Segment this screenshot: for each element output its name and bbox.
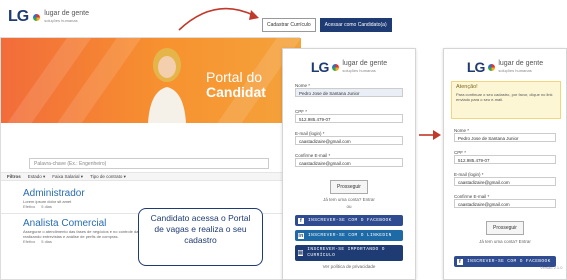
signup-panel: LG lugar de gente soluções humanas Nome *… — [282, 48, 416, 280]
facebook-icon: f — [457, 258, 463, 265]
logo-heart-icon — [33, 13, 41, 21]
cpf-field[interactable]: 512.985.479-07 — [454, 155, 556, 164]
signup-confirmation-panel: LG lugar de gente soluções humanas Atençã… — [443, 48, 567, 280]
job-contract: Efetivo — [23, 204, 36, 209]
panel-logo: LG lugar de gente soluções humanas — [466, 59, 544, 75]
banner-person-image — [148, 48, 186, 123]
filters-label: Filtros — [7, 174, 21, 179]
job-contract: Efetivo — [23, 239, 36, 244]
logo-name: lugar de gente — [44, 10, 89, 17]
job-age: 5 dias — [41, 239, 52, 244]
or-separator: ou — [346, 204, 352, 209]
job-title[interactable]: Administrador — [23, 188, 173, 199]
linkedin-signup-button[interactable]: in INSCREVER-SE COM O LINKEDIN — [295, 230, 403, 241]
filter-contract[interactable]: Tipo de contrato ▾ — [90, 174, 126, 180]
top-logo: LG lugar de gente soluções humanas — [8, 8, 89, 26]
privacy-link[interactable]: Ver política de privacidade — [295, 264, 403, 269]
callout-box: Candidato acessa o Portal de vagas e rea… — [138, 208, 263, 266]
logo-tagline: soluções humanas — [44, 18, 78, 23]
portal-banner: Portal do Candidat — [1, 38, 301, 123]
cv-icon: ▤ — [298, 250, 304, 256]
proceed-button[interactable]: Prosseguir — [330, 180, 368, 194]
confirm-email-field[interactable]: caastadizaire@gmail.com — [295, 158, 403, 167]
panel-logo: LG lugar de gente soluções humanas — [310, 59, 388, 75]
email-field[interactable]: caastadizaire@gmail.com — [454, 177, 556, 186]
login-link[interactable]: Já tem uma conta? Entrar — [454, 239, 556, 244]
keyword-search-input[interactable]: Palavra-chave (Ex.: Engenheiro) — [29, 158, 269, 169]
login-link[interactable]: Já tem uma conta? Entrar — [295, 197, 403, 202]
arrow-right-icon — [419, 130, 441, 140]
confirm-email-field[interactable]: caastadizaire@gmail.com — [454, 199, 556, 208]
alert-title: Atenção! — [456, 84, 478, 90]
email-field[interactable]: caastadizaire@gmail.com — [295, 136, 403, 145]
top-buttons: Cadastrar Currículo Acessar como Candida… — [262, 18, 392, 32]
cpf-field[interactable]: 512.985.479-07 — [295, 114, 403, 123]
version-watermark: Versão 2.1.0 — [540, 265, 563, 270]
logo-heart-icon — [488, 63, 496, 71]
banner-title: Portal do Candidat — [206, 69, 266, 100]
filter-state[interactable]: Estado ▾ — [28, 174, 46, 180]
alert-text: Para continuar o seu cadastro, por favor… — [456, 92, 553, 102]
job-item[interactable]: Administrador Lorem ipsum dolor sit amet… — [23, 188, 173, 209]
curved-arrow-icon — [178, 7, 259, 31]
filter-salary[interactable]: Faixa Salarial ▾ — [52, 174, 83, 180]
filters-bar: Filtros Estado ▾ Faixa Salarial ▾ Tipo d… — [1, 172, 301, 181]
access-candidate-button[interactable]: Acessar como Candidato(a) — [319, 18, 392, 32]
name-field[interactable]: Pedro Jose de Santana Junior — [295, 88, 403, 97]
facebook-icon: f — [298, 217, 304, 224]
job-age: 5 dias — [41, 204, 52, 209]
name-field[interactable]: Pedro Jose de Santana Junior — [454, 133, 556, 142]
logo-mark: LG — [8, 8, 29, 25]
linkedin-icon: in — [298, 232, 304, 239]
attention-alert: Atenção! Para continuar o seu cadastro, … — [451, 81, 561, 119]
register-cv-button[interactable]: Cadastrar Currículo — [262, 18, 316, 32]
proceed-button[interactable]: Prosseguir — [486, 221, 524, 235]
facebook-signup-button[interactable]: f INSCREVER-SE COM O FACEBOOK — [295, 215, 403, 226]
import-cv-button[interactable]: ▤ INSCREVER-SE IMPORTANDO O CURRÍCULO — [295, 245, 403, 261]
logo-heart-icon — [332, 63, 340, 71]
